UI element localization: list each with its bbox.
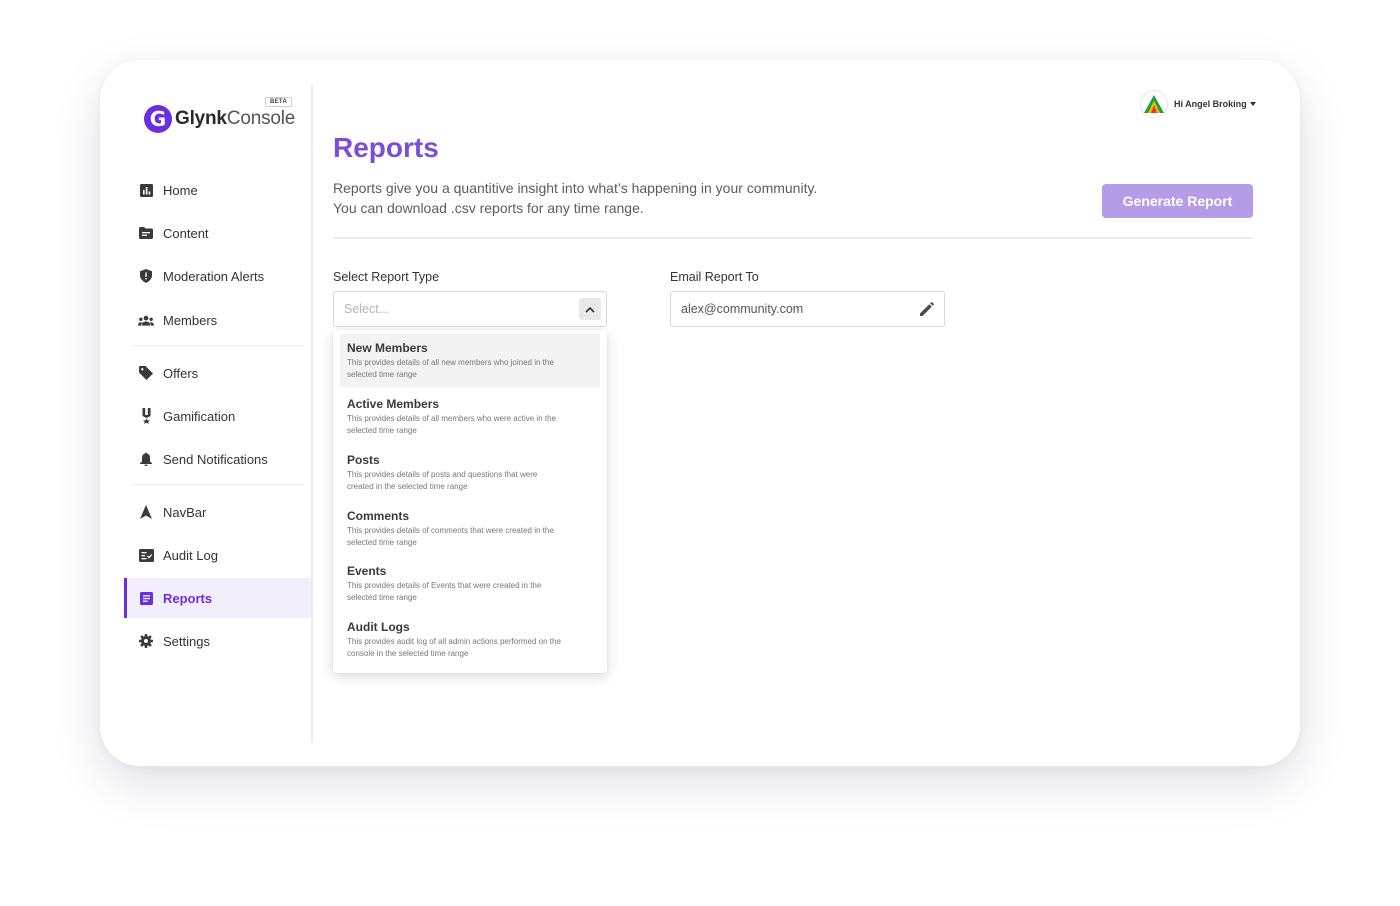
pencil-icon[interactable] (919, 302, 934, 317)
option-active-members[interactable]: Active Members This provides details of … (340, 390, 600, 443)
medal-icon (138, 408, 154, 424)
page-title: Reports (333, 132, 439, 163)
avatar (1140, 90, 1168, 118)
brand-logo[interactable]: G GlynkConsole BETA (144, 97, 304, 140)
sidebar-divider (132, 484, 304, 485)
sidebar-divider-vertical (311, 84, 313, 742)
bar-chart-icon (138, 182, 154, 198)
sidebar-item-moderation-alerts[interactable]: Moderation Alerts (124, 256, 312, 296)
option-events[interactable]: Events This provides details of Events t… (340, 557, 600, 610)
report-type-dropdown: New Members This provides details of all… (333, 330, 607, 673)
sidebar-item-label: Offers (163, 365, 199, 381)
chevron-up-icon[interactable] (579, 298, 601, 320)
shield-alert-icon (138, 268, 154, 284)
sidebar-item-label: Home (163, 182, 198, 198)
sidebar-item-label: Content (163, 225, 209, 241)
sidebar-item-settings[interactable]: Settings (124, 621, 312, 661)
sidebar-item-navbar[interactable]: NavBar (124, 492, 312, 532)
checklist-icon (138, 547, 154, 563)
header-divider (333, 237, 1253, 239)
report-type-select[interactable]: Select... (333, 291, 607, 327)
sidebar-item-audit-log[interactable]: Audit Log (124, 535, 312, 575)
option-posts[interactable]: Posts This provides details of posts and… (340, 446, 600, 499)
sidebar-item-offers[interactable]: Offers (124, 353, 312, 393)
sidebar-item-label: Members (163, 312, 218, 328)
people-icon (138, 312, 154, 328)
sidebar-item-label: NavBar (163, 504, 207, 520)
report-type-label: Select Report Type (333, 270, 440, 284)
email-value: alex@community.com (681, 302, 804, 316)
select-placeholder: Select... (344, 302, 390, 316)
page-description: Reports give you a quantitive insight in… (333, 180, 818, 216)
email-field[interactable]: alex@community.com (670, 291, 945, 327)
angel-broking-logo-icon (1144, 95, 1164, 113)
option-audit-logs[interactable]: Audit Logs This provides audit log of al… (340, 613, 600, 666)
sidebar-item-content[interactable]: Content (124, 213, 312, 253)
user-greeting: Hi Angel Broking (1174, 99, 1247, 109)
sidebar-item-home[interactable]: Home (124, 170, 312, 210)
sidebar-item-label: Settings (163, 633, 210, 649)
generate-report-button[interactable]: Generate Report (1102, 184, 1253, 218)
sidebar-item-label: Send Notifications (163, 451, 268, 467)
user-menu[interactable]: Hi Angel Broking (1140, 90, 1256, 118)
navigation-arrow-icon (138, 504, 154, 520)
sidebar: G GlynkConsole BETA Home Content Moderat… (100, 60, 312, 766)
folder-icon (138, 225, 154, 241)
document-icon (138, 590, 154, 606)
sidebar-item-label: Audit Log (163, 547, 218, 563)
sidebar-item-reports[interactable]: Reports (124, 578, 312, 618)
sidebar-item-label: Gamification (163, 408, 236, 424)
app-window: G GlynkConsole BETA Home Content Moderat… (100, 60, 1300, 766)
option-new-members[interactable]: New Members This provides details of all… (340, 334, 600, 387)
brand-name: GlynkConsole (175, 108, 296, 129)
beta-badge: BETA (265, 97, 293, 107)
gear-icon (138, 633, 154, 649)
sidebar-item-gamification[interactable]: Gamification (124, 396, 312, 436)
sidebar-item-label: Reports (163, 590, 213, 606)
sidebar-item-send-notifications[interactable]: Send Notifications (124, 439, 312, 479)
email-label: Email Report To (670, 270, 759, 284)
caret-down-icon (1249, 102, 1256, 106)
sidebar-item-label: Moderation Alerts (163, 268, 265, 284)
tag-icon (138, 365, 154, 381)
sidebar-item-members[interactable]: Members (124, 300, 312, 340)
sidebar-divider (132, 345, 304, 346)
bell-icon (138, 451, 154, 467)
option-comments[interactable]: Comments This provides details of commen… (340, 502, 600, 555)
glynk-logo-icon: G (144, 105, 172, 133)
